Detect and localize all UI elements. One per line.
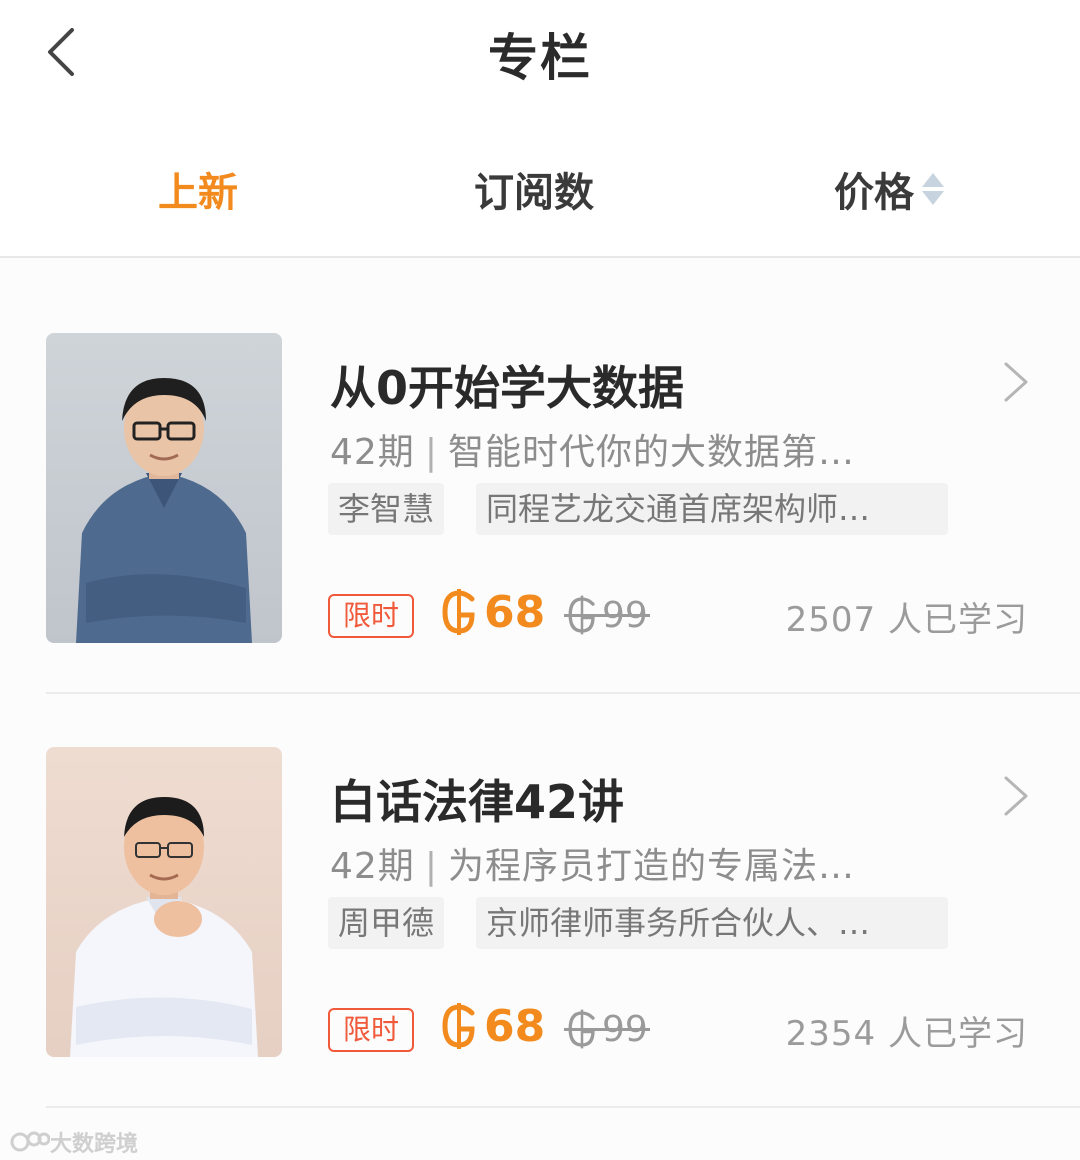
watermark-text: 大数跨境 — [50, 1132, 139, 1157]
chevron-right-icon — [1004, 362, 1028, 402]
sort-arrows-icon — [922, 173, 944, 205]
course-card[interactable]: 从0开始学大数据 42期 | 智能时代你的大数据第… 李智慧 同程艺龙交通首席架构师… — [0, 280, 1080, 694]
course-title: 白话法律42讲 — [330, 775, 625, 829]
course-description: 为程序员打造的专属法… — [447, 846, 855, 887]
author-name-tag: 周甲德 — [328, 897, 445, 949]
limited-time-badge: 限时 — [328, 1008, 414, 1052]
watermark-logo-icon — [10, 1131, 50, 1152]
learner-count: 2507 人已学习 — [785, 600, 1028, 640]
course-title: 从0开始学大数据 — [330, 361, 685, 415]
course-subtitle: 42期 | 为程序员打造的专属法… — [330, 837, 855, 889]
course-subtitle: 42期 | 智能时代你的大数据第… — [330, 423, 855, 475]
subtitle-separator: | — [424, 432, 438, 473]
watermark: 大数跨境 — [10, 1126, 138, 1158]
author-photo — [46, 747, 282, 1057]
tab-price-label: 价格 — [834, 170, 914, 216]
page-title: 专栏 — [488, 29, 592, 87]
current-price: 68 — [440, 582, 545, 642]
learner-count: 2354 人已学习 — [785, 1014, 1028, 1054]
original-price: 99 — [564, 1004, 650, 1054]
author-name-tag: 李智慧 — [328, 483, 445, 535]
issue-count: 42期 — [330, 432, 415, 473]
header: 专栏 — [0, 0, 1080, 110]
geek-coin-icon — [442, 1003, 475, 1049]
author-bio-tag: 同程艺龙交通首席架构师… — [476, 483, 948, 535]
author-bio-tag: 京师律师事务所合伙人、… — [476, 897, 948, 949]
issue-count: 42期 — [330, 846, 415, 887]
tab-subscriptions[interactable]: 订阅数 — [474, 160, 594, 218]
tab-newest[interactable]: 上新 — [158, 160, 238, 218]
chevron-right-icon — [1004, 776, 1028, 816]
original-price: 99 — [564, 590, 650, 640]
price-amount: 68 — [484, 1000, 546, 1052]
row-divider — [46, 1106, 1080, 1108]
limited-time-badge: 限时 — [328, 594, 414, 638]
price-amount: 68 — [484, 586, 546, 638]
course-description: 智能时代你的大数据第… — [447, 432, 855, 473]
strikethrough — [564, 614, 650, 617]
sort-tabs: 上新 订阅数 价格 — [0, 140, 1080, 240]
geek-coin-icon — [442, 589, 475, 635]
strikethrough — [564, 1028, 650, 1031]
author-photo — [46, 333, 282, 643]
course-card[interactable]: 白话法律42讲 42期 | 为程序员打造的专属法… 周甲德 京师律师事务所合伙人、…… — [0, 694, 1080, 1108]
subtitle-separator: | — [424, 846, 438, 887]
tab-price[interactable]: 价格 — [834, 160, 944, 218]
current-price: 68 — [440, 996, 545, 1056]
